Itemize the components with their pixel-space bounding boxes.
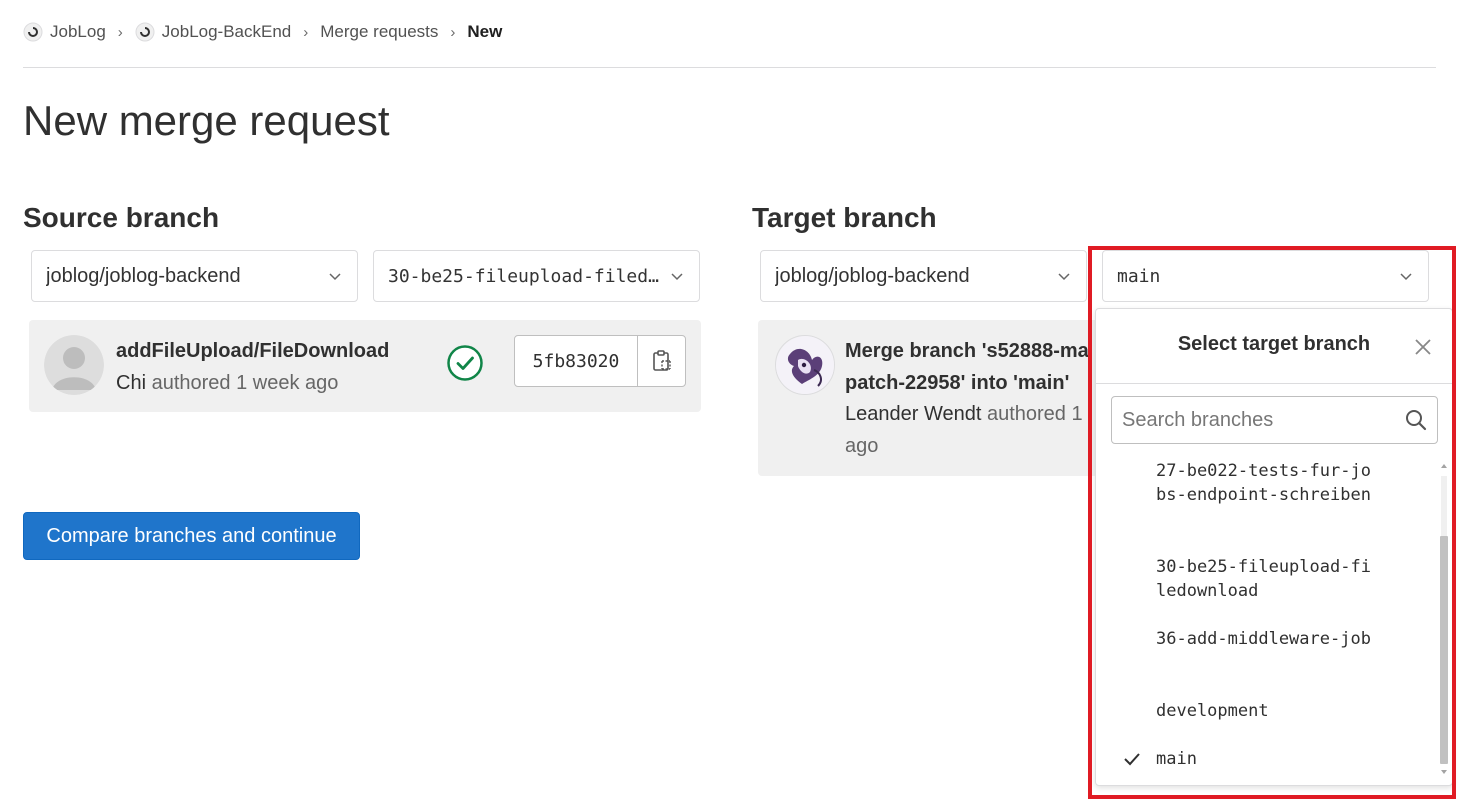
header-divider — [23, 67, 1436, 68]
commit-author-line: Chi authored 1 week ago — [116, 372, 338, 395]
target-commit-card: Merge branch 's52888-ma patch-22958' int… — [758, 320, 1098, 476]
pipeline-success-icon[interactable] — [446, 344, 484, 382]
compare-branches-button[interactable]: Compare branches and continue — [23, 512, 360, 560]
commit-title[interactable]: addFileUpload/FileDownload — [116, 340, 389, 363]
breadcrumb-item-joblog[interactable]: JobLog — [23, 22, 106, 42]
target-project-select[interactable]: joblog/joblog-backend — [760, 250, 1087, 302]
source-project-select[interactable]: joblog/joblog-backend — [31, 250, 358, 302]
copy-sha-button[interactable] — [638, 336, 685, 386]
breadcrumb-label: Merge requests — [320, 22, 439, 41]
target-project-value: joblog/joblog-backend — [775, 264, 970, 287]
commit-sha-group: 5fb83020 — [514, 335, 686, 387]
breadcrumb-item-current[interactable]: New — [467, 22, 502, 42]
commit-authored-time: authored 1 — [986, 403, 1083, 425]
breadcrumb-label: JobLog-BackEnd — [161, 22, 292, 41]
commit-title-line-1[interactable]: Merge branch 's52888-ma — [845, 340, 1089, 363]
highlight-box — [1088, 246, 1456, 799]
source-branch-heading: Source branch — [23, 202, 220, 233]
source-branch-select[interactable]: 30-be25-fileupload-filedownload — [373, 250, 700, 302]
copy-to-clipboard-icon — [652, 350, 671, 371]
avatar — [775, 335, 835, 395]
commit-authored-ago: ago — [845, 435, 879, 457]
chevron-right-icon: › — [303, 23, 309, 41]
page-title: New merge request — [23, 97, 390, 144]
user-avatar-icon — [776, 336, 834, 394]
merge-request-page: JobLog › JobLog-BackEnd › Merge requests… — [0, 0, 1458, 802]
commit-title-line-2[interactable]: patch-22958' into 'main' — [845, 372, 1069, 395]
commit-author[interactable]: Chi — [116, 372, 146, 394]
chevron-down-icon — [329, 273, 341, 281]
breadcrumb: JobLog › JobLog-BackEnd › Merge requests… — [23, 19, 502, 45]
chevron-right-icon: › — [117, 23, 123, 41]
default-avatar-icon — [44, 335, 104, 395]
group-avatar-icon — [23, 22, 43, 42]
target-branch-heading: Target branch — [752, 202, 937, 233]
commit-authored-time: authored 1 week ago — [151, 372, 339, 394]
commit-author[interactable]: Leander Wendt — [845, 403, 981, 425]
project-avatar-icon — [135, 22, 155, 42]
chevron-right-icon: › — [450, 23, 456, 41]
chevron-down-icon — [671, 273, 683, 281]
chevron-down-icon — [1058, 273, 1070, 281]
source-project-value: joblog/joblog-backend — [46, 264, 241, 287]
breadcrumb-label: JobLog — [50, 22, 106, 41]
avatar — [44, 335, 104, 395]
commit-sha[interactable]: 5fb83020 — [515, 336, 638, 386]
source-branch-value: 30-be25-fileupload-filedownload — [388, 265, 659, 287]
commit-author-line: Leander Wendt authored 1 — [845, 403, 1083, 426]
breadcrumb-item-merge-requests[interactable]: Merge requests — [320, 22, 438, 42]
breadcrumb-item-joblog-backend[interactable]: JobLog-BackEnd — [135, 22, 291, 42]
